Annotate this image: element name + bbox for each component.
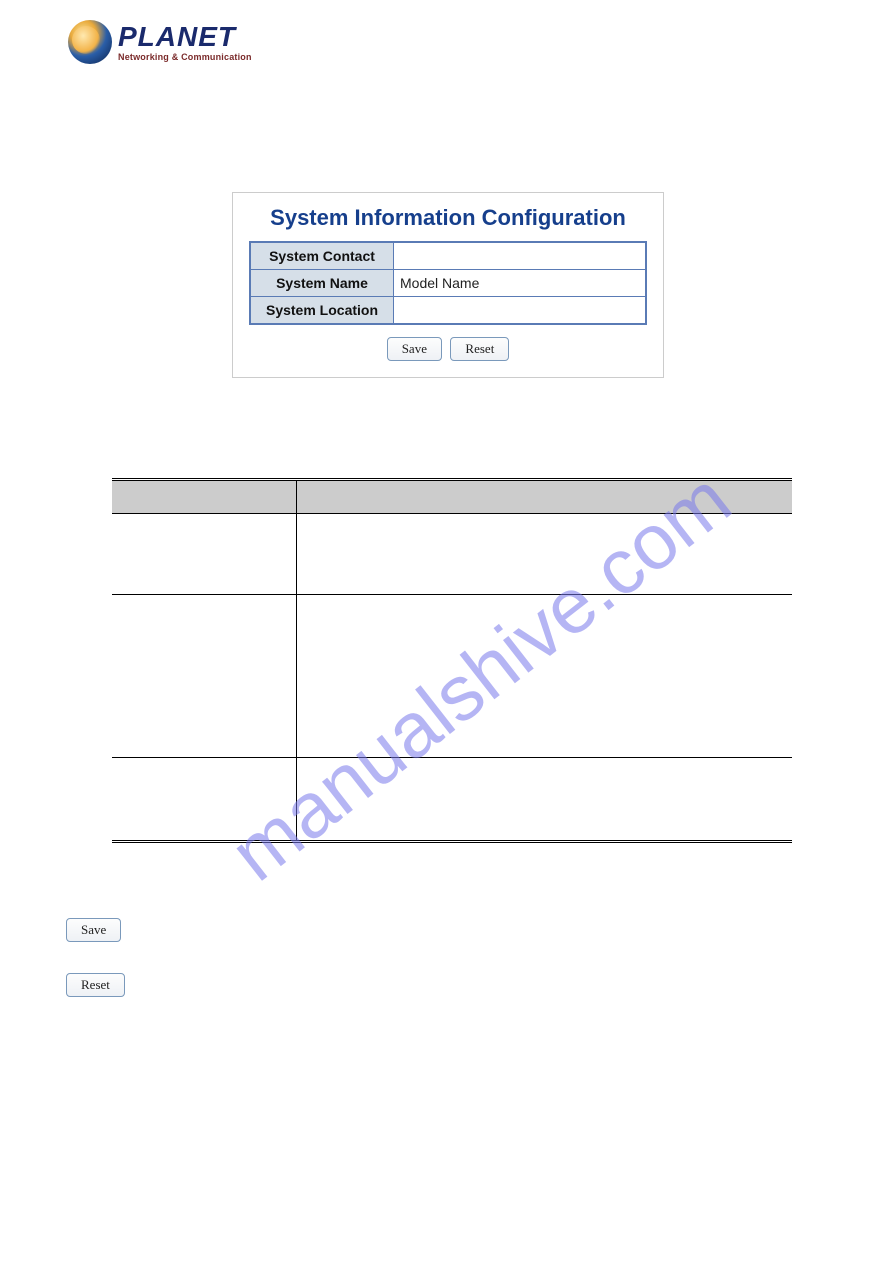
info-table-header xyxy=(112,480,792,514)
panel-button-row: Save Reset xyxy=(233,337,663,361)
row-system-location: System Location xyxy=(250,297,646,325)
info-table-row xyxy=(112,758,792,842)
label-system-location: System Location xyxy=(250,297,394,325)
label-system-name: System Name xyxy=(250,270,394,297)
logo-globe-icon xyxy=(68,20,112,64)
save-button-standalone-wrap: Save xyxy=(66,918,121,942)
logo-sub-text: Networking & Communication xyxy=(118,53,252,62)
value-system-location[interactable] xyxy=(394,297,647,325)
reset-button-standalone[interactable]: Reset xyxy=(66,973,125,997)
reset-button[interactable]: Reset xyxy=(450,337,509,361)
label-system-contact: System Contact xyxy=(250,242,394,270)
panel-title: System Information Configuration xyxy=(233,193,663,241)
logo: PLANET Networking & Communication xyxy=(68,20,252,64)
info-table-row xyxy=(112,514,792,595)
info-table xyxy=(112,478,792,843)
system-info-config-panel: System Information Configuration System … xyxy=(232,192,664,378)
save-button-standalone[interactable]: Save xyxy=(66,918,121,942)
logo-main-text: PLANET xyxy=(118,23,252,51)
value-system-contact[interactable] xyxy=(394,242,647,270)
row-system-contact: System Contact xyxy=(250,242,646,270)
config-table: System Contact System Name Model Name Sy… xyxy=(249,241,647,325)
reset-button-standalone-wrap: Reset xyxy=(66,973,125,997)
save-button[interactable]: Save xyxy=(387,337,442,361)
info-table-row xyxy=(112,595,792,758)
row-system-name: System Name Model Name xyxy=(250,270,646,297)
value-system-name[interactable]: Model Name xyxy=(394,270,647,297)
logo-text: PLANET Networking & Communication xyxy=(118,23,252,62)
